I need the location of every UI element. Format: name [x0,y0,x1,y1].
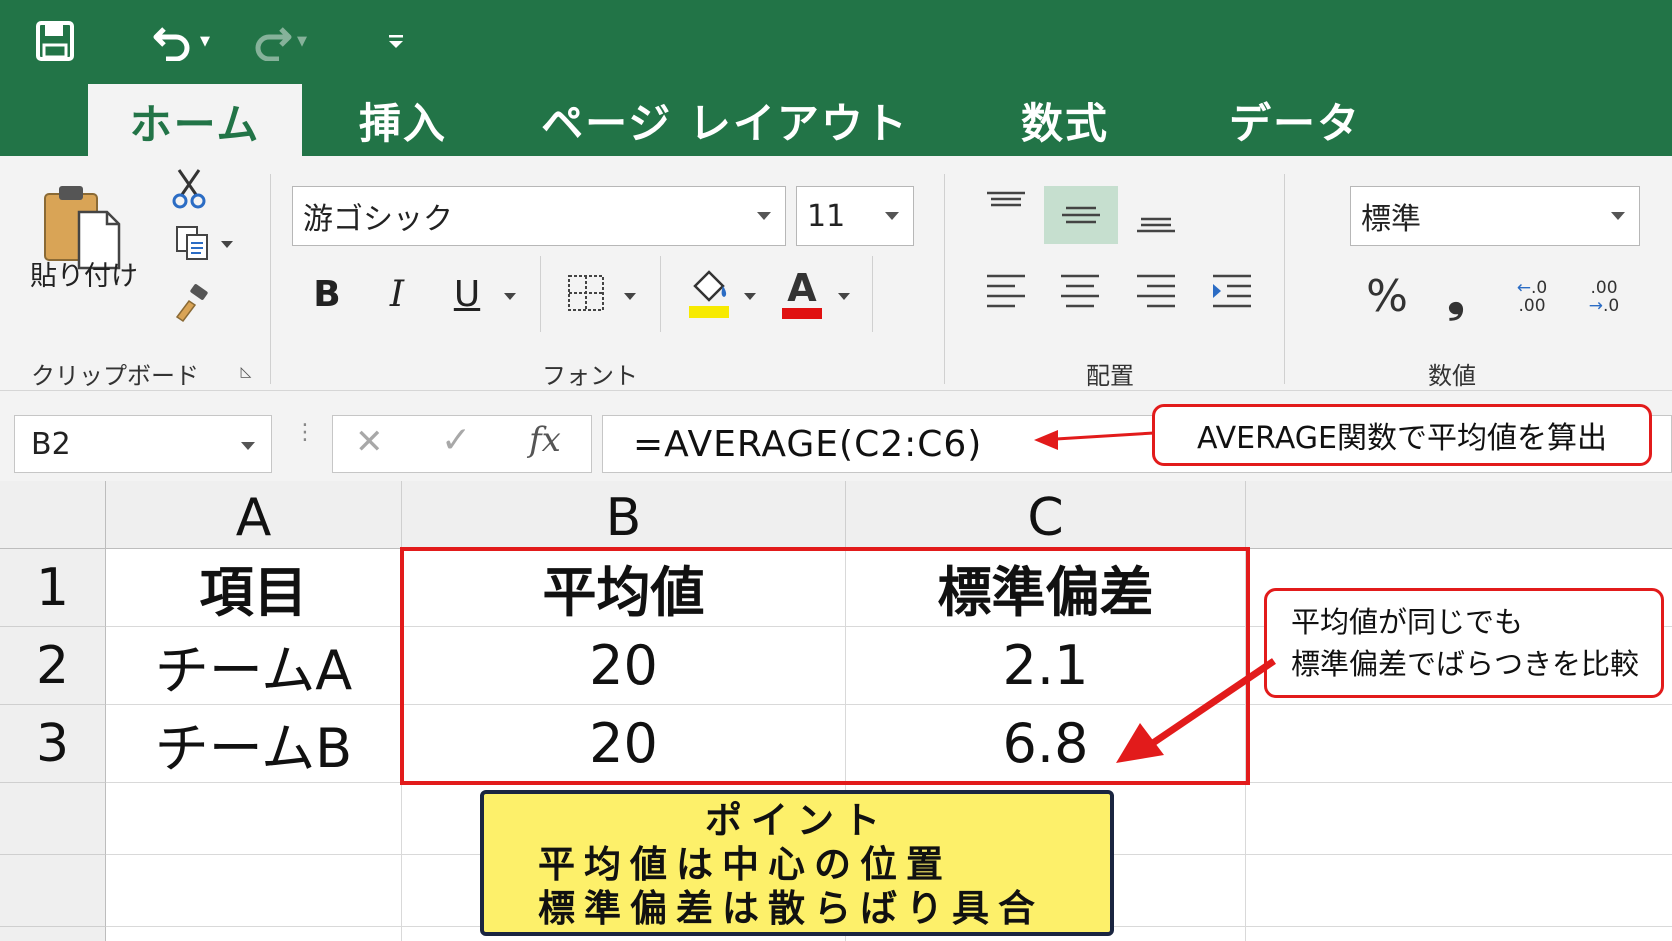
title-bar: ▼ ▼ ホーム 挿入 ページ レイアウト 数式 データ [0,0,1672,158]
column-header-a[interactable]: A [106,481,402,549]
tab-home[interactable]: ホーム [88,84,302,158]
compare-arrow [1116,658,1276,763]
insert-function-icon[interactable]: fx [529,420,561,460]
formula-callout: AVERAGE関数で平均値を算出 [1152,404,1652,466]
number-format-dropdown[interactable]: 標準 [1350,186,1640,246]
underline-button[interactable]: U [446,270,488,318]
point-line2: 標準偏差は散らばり具合 [538,887,1044,930]
formula-buttons: ✕ ✓ fx [332,415,592,473]
point-line1: 平均値は中心の位置 [538,843,952,886]
compare-callout: 平均値が同じでも 標準偏差でばらつきを比較 [1264,588,1664,698]
font-color-swatch [782,307,822,319]
increase-indent-icon[interactable] [1202,264,1262,320]
align-left-icon[interactable] [976,264,1036,320]
borders-dropdown-icon[interactable] [618,286,642,306]
font-color-letter: A [787,265,817,310]
number-format-value: 標準 [1361,202,1421,237]
cell-a4[interactable] [106,783,402,855]
enter-icon[interactable]: ✓ [441,420,471,461]
column-header-d[interactable] [1246,481,1672,549]
font-name-value: 游ゴシック [303,202,453,237]
row-header-1[interactable]: 1 [0,549,106,627]
borders-icon[interactable] [566,270,606,316]
italic-button[interactable]: I [376,270,418,318]
font-color-button[interactable]: A [780,264,824,322]
tab-data[interactable]: データ [1210,84,1380,156]
decrease-decimal-bottom: .0 [1603,296,1620,316]
cell-a1[interactable]: 項目 [106,549,402,627]
font-size-dropdown[interactable]: 11 [796,186,914,246]
clipboard-launcher-icon[interactable]: ◺ [236,362,256,382]
increase-decimal-top: .0 [1531,278,1548,298]
redo-icon [255,27,292,61]
number-group-label: 数値 [1428,362,1476,390]
formula-text: =AVERAGE(C2:C6) [633,423,983,465]
name-box[interactable]: B2 [14,415,272,473]
row-header-6[interactable] [0,927,106,941]
row-header-2[interactable]: 2 [0,627,106,705]
comma-style-button[interactable]: ❟ [1436,268,1476,324]
save-icon[interactable] [30,16,80,66]
compare-callout-text: 平均値が同じでも 標準偏差でばらつきを比較 [1291,601,1639,685]
select-all-corner[interactable] [0,481,106,549]
alignment-group-label: 配置 [1086,362,1134,390]
point-box: ポイント 平均値は中心の位置 標準偏差は散らばり具合 [480,790,1114,936]
align-middle-icon[interactable] [1044,186,1118,244]
font-size-value: 11 [807,198,846,234]
cell-a3[interactable]: チームB [106,705,402,783]
font-group-label: フォント [542,362,638,390]
decrease-decimal-button[interactable]: .00 →.0 [1574,272,1634,322]
decrease-decimal-top: .00 [1590,278,1618,298]
customize-qat-icon[interactable] [378,16,414,66]
tab-insert[interactable]: 挿入 [338,84,468,156]
row-header-5[interactable] [0,855,106,927]
cell-a2[interactable]: チームA [106,627,402,705]
cut-icon[interactable] [166,166,212,212]
column-header-b[interactable]: B [402,481,846,549]
name-box-value: B2 [31,426,71,462]
cancel-icon[interactable]: ✕ [355,422,384,462]
tab-formulas[interactable]: 数式 [1000,84,1130,156]
cell-a5[interactable] [106,855,402,927]
redo-button[interactable]: ▼ [238,16,318,66]
paste-label[interactable]: 貼り付け [22,254,146,293]
tab-page-layout[interactable]: ページ レイアウト [530,84,920,156]
formula-arrow [1034,430,1155,450]
align-right-icon[interactable] [1126,264,1186,320]
increase-decimal-bottom: .00 [1518,296,1546,316]
align-center-icon[interactable] [1050,264,1110,320]
copy-button[interactable] [166,224,240,264]
compare-callout-line1: 平均値が同じでも [1291,605,1524,639]
row-header-4[interactable] [0,783,106,855]
column-header-c[interactable]: C [846,481,1246,549]
bold-button[interactable]: B [306,270,348,318]
cell-d3[interactable] [1246,705,1672,783]
cell-d4[interactable] [1246,783,1672,855]
fill-color-icon[interactable] [686,264,732,322]
copy-icon [176,226,208,260]
undo-icon [153,27,190,61]
font-name-dropdown[interactable]: 游ゴシック [292,186,786,246]
fill-color-dropdown-icon[interactable] [738,286,762,306]
increase-decimal-button[interactable]: ←.0 .00 [1502,272,1562,322]
formula-callout-text: AVERAGE関数で平均値を算出 [1197,421,1607,456]
redo-dropdown-icon[interactable]: ▼ [297,34,307,49]
point-title: ポイント [705,799,889,842]
formula-bar-grip-icon[interactable]: ⋮ [294,422,316,461]
align-top-icon[interactable] [976,180,1036,228]
undo-dropdown-icon[interactable]: ▼ [200,34,210,49]
compare-callout-line2: 標準偏差でばらつきを比較 [1291,647,1640,681]
format-painter-icon[interactable] [168,280,214,326]
percent-style-button[interactable]: % [1362,268,1412,324]
align-bottom-icon[interactable] [1126,196,1186,244]
row-header-3[interactable]: 3 [0,705,106,783]
underline-dropdown-icon[interactable] [498,286,522,306]
font-color-dropdown-icon[interactable] [832,286,856,306]
cell-a6[interactable] [106,927,402,941]
ribbon: 貼り付け クリップボード ◺ 游ゴシック 11 B I U A フォント 配置 … [0,156,1672,391]
clipboard-group-label: クリップボード [31,362,199,390]
undo-button[interactable]: ▼ [146,16,216,66]
cell-d5[interactable] [1246,855,1672,927]
